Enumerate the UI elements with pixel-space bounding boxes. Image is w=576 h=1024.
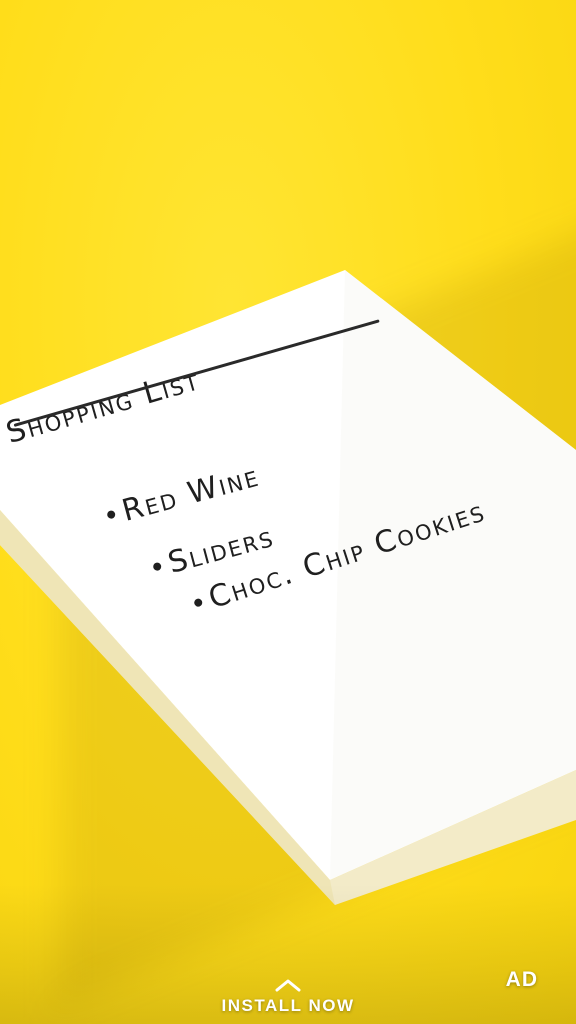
install-now-label: INSTALL NOW	[221, 996, 355, 1015]
install-now-button[interactable]: INSTALL NOW	[0, 978, 576, 1016]
notepad	[0, 270, 576, 905]
bullet-icon	[106, 509, 116, 519]
bullet-icon	[152, 561, 162, 571]
ad-badge: AD	[505, 968, 538, 991]
ad-screen: Shopping List Red Wine Sliders Choc. Chi…	[0, 0, 576, 1024]
bullet-icon	[193, 597, 204, 608]
chevron-up-icon	[275, 979, 301, 992]
notepad-scene: Shopping List Red Wine Sliders Choc. Chi…	[0, 0, 576, 1024]
